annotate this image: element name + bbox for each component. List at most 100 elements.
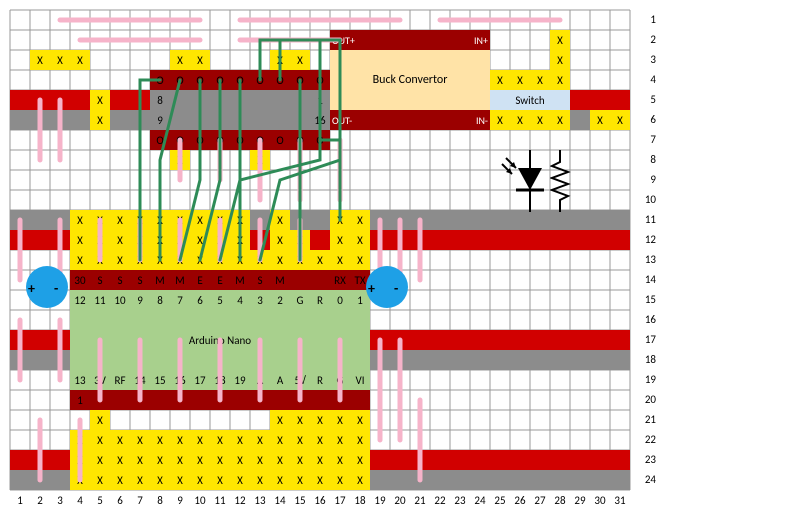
x-13-16: X — [310, 250, 330, 270]
oled-pin-top-11: O — [210, 70, 230, 90]
x-13-14: X — [270, 250, 290, 270]
oled-body-row6 — [150, 110, 330, 130]
x-12-4: X — [70, 230, 90, 250]
nano-num-bot-17: G — [330, 370, 350, 390]
col-label-24: 24 — [470, 494, 490, 514]
row-label-20: 20 — [636, 393, 656, 406]
x-23-6: X — [110, 450, 130, 470]
nano-num-bot-18: VI — [350, 370, 370, 390]
oled-pin-top-15: O — [290, 70, 310, 90]
row-label-23: 23 — [636, 453, 656, 466]
x-3-9: X — [170, 50, 190, 70]
col-label-21: 21 — [410, 494, 430, 514]
x-23-4: X — [70, 450, 90, 470]
col-label-1: 1 — [10, 494, 30, 514]
oled-pin-9: 9 — [150, 110, 170, 130]
oled-pin-8: 8 — [150, 90, 170, 110]
x-3-2: X — [30, 50, 50, 70]
x-22-16: X — [310, 430, 330, 450]
row-label-6: 6 — [636, 113, 656, 126]
oled-pin-top-12: O — [230, 70, 250, 90]
nano-num-top-10: 6 — [190, 290, 210, 310]
col-label-12: 12 — [230, 494, 250, 514]
x-4-28: X — [550, 70, 570, 90]
nano-sig-bot-18 — [350, 390, 370, 410]
x-13-13: X — [250, 250, 270, 270]
x-23-8: X — [150, 450, 170, 470]
col-label-13: 13 — [250, 494, 270, 514]
x-24-8: X — [150, 470, 170, 490]
row-label-12: 12 — [636, 233, 656, 246]
nano-sig-top-6: S — [110, 270, 130, 290]
x-3-28: X — [550, 50, 570, 70]
x-11-11: X — [210, 210, 230, 230]
row-label-9: 9 — [636, 173, 656, 186]
col-label-11: 11 — [210, 494, 230, 514]
nano-sig-bot-16 — [310, 390, 330, 410]
x-23-11: X — [210, 450, 230, 470]
x-24-13: X — [250, 470, 270, 490]
x-12-11: X — [210, 230, 230, 250]
row-label-13: 13 — [636, 253, 656, 266]
nano-num-top-17: 0 — [330, 290, 350, 310]
x-6-27: X — [530, 110, 550, 130]
x-24-15: X — [290, 470, 310, 490]
x-13-9: X — [170, 250, 190, 270]
oled-pin-bot-8: O — [150, 130, 170, 150]
nano-num-bot-12: 19 — [230, 370, 250, 390]
col-label-28: 28 — [550, 494, 570, 514]
oled-pin-top-9: O — [170, 70, 190, 90]
row-label-24: 24 — [636, 473, 656, 486]
row-label-4: 4 — [636, 73, 656, 86]
nano-sig-top-7: S — [130, 270, 150, 290]
x-12-12: X — [230, 230, 250, 250]
nano-sig-bot-12 — [230, 390, 250, 410]
nano-sig-top-5: S — [90, 270, 110, 290]
nano-num-bot-10: 17 — [190, 370, 210, 390]
col-label-9: 9 — [170, 494, 190, 514]
x-12-6: X — [110, 230, 130, 250]
nano-num-top-9: 7 — [170, 290, 190, 310]
nano-sig-bot-10 — [190, 390, 210, 410]
x-23-5: X — [90, 450, 110, 470]
x-24-12: X — [230, 470, 250, 490]
x-22-9: X — [170, 430, 190, 450]
x-24-6: X — [110, 470, 130, 490]
x-24-5: X — [90, 470, 110, 490]
cap-plus-0: + — [28, 280, 35, 297]
x-24-18: X — [350, 470, 370, 490]
row-label-7: 7 — [636, 133, 656, 146]
x-6-30: X — [590, 110, 610, 130]
col-label-30: 30 — [590, 494, 610, 514]
x-21-14: X — [270, 410, 290, 430]
col-label-14: 14 — [270, 494, 290, 514]
nano-sig-bot-15 — [290, 390, 310, 410]
x-24-16: X — [310, 470, 330, 490]
nano-sig-bot-13 — [250, 390, 270, 410]
resistor-symbol — [550, 150, 580, 234]
nano-num-top-11: 5 — [210, 290, 230, 310]
nano-num-top-5: 11 — [90, 290, 110, 310]
col-label-6: 6 — [110, 494, 130, 514]
x-22-18: X — [350, 430, 370, 450]
nano-sig-top-10: E — [190, 270, 210, 290]
x-23-9: X — [170, 450, 190, 470]
x-22-7: X — [130, 430, 150, 450]
x-13-10: X — [190, 250, 210, 270]
x-12-14: X — [270, 230, 290, 250]
nano-num-top-13: 3 — [250, 290, 270, 310]
col-label-20: 20 — [390, 494, 410, 514]
col-label-29: 29 — [570, 494, 590, 514]
x-23-12: X — [230, 450, 250, 470]
x-24-10: X — [190, 470, 210, 490]
x-12-15: X — [290, 230, 310, 250]
x-8-13: X — [250, 150, 270, 170]
col-label-17: 17 — [330, 494, 350, 514]
x-11-5: X — [90, 210, 110, 230]
oled-pin-bot-9: O — [170, 130, 190, 150]
oled-pin-top-8: O — [150, 70, 170, 90]
x-11-10: X — [190, 210, 210, 230]
row-label-21: 21 — [636, 413, 656, 426]
oled-pin-top-13: O — [250, 70, 270, 90]
x-24-14: X — [270, 470, 290, 490]
